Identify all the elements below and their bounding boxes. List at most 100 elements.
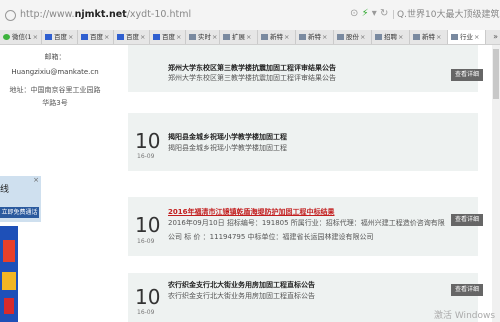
news-day: 10 bbox=[135, 213, 161, 237]
view-details-button[interactable]: 查看详细 bbox=[451, 284, 483, 296]
page-icon bbox=[413, 34, 420, 40]
page-icon bbox=[375, 34, 382, 40]
news-month: 16-09 bbox=[137, 309, 155, 316]
tab-bar: 微信(1× 百度× 百度× 百度× 百度× 实时× 扩展× 新特× 新特× 股份× 招聘× 新特× 行业… bbox=[0, 30, 500, 45]
browser-tab[interactable]: 股份× bbox=[334, 30, 372, 44]
browser-tab[interactable]: 行业× bbox=[448, 30, 486, 44]
address-bar-icons: ⊙ ⚡ ▾ ↻ bbox=[350, 8, 388, 19]
page-icon bbox=[189, 34, 196, 40]
url-field[interactable]: http://www.njmkt.net/xydt-10.html bbox=[20, 9, 191, 20]
browser-tab[interactable]: 实时× bbox=[186, 30, 220, 44]
tab-label: 百度 bbox=[162, 33, 175, 41]
browser-tab[interactable]: 百度× bbox=[150, 30, 186, 44]
scrollbar[interactable] bbox=[492, 45, 500, 322]
browser-tab[interactable]: 新特× bbox=[410, 30, 448, 44]
news-summary-line-1: 2016年09月10日 招标编号：191805 所属行业：招标代理：福州兴建工程… bbox=[168, 219, 445, 227]
free-call-button[interactable]: 立即免费通话 bbox=[0, 207, 39, 218]
close-tab-icon[interactable]: × bbox=[360, 33, 365, 41]
tab-scroll-icon[interactable]: » bbox=[493, 30, 498, 44]
close-tab-icon[interactable]: × bbox=[398, 33, 403, 41]
wechat-icon bbox=[3, 34, 10, 40]
browser-tab[interactable]: 百度× bbox=[78, 30, 114, 44]
tab-label: 百度 bbox=[90, 33, 103, 41]
page-icon bbox=[337, 34, 344, 40]
tab-label: 行业 bbox=[460, 33, 473, 41]
news-item: 10 16-09 揭阳县金城乡祝瑶小学教学楼加固工程 揭阳县金城乡祝瑶小学教学楼… bbox=[128, 113, 478, 171]
close-tab-icon[interactable]: × bbox=[436, 33, 441, 41]
search-box[interactable]: | Q.世界10大最大顶级建筑 bbox=[392, 7, 500, 23]
tab-label: 微信(1 bbox=[12, 33, 32, 41]
reader-icon[interactable]: ⊙ bbox=[350, 8, 358, 19]
dropdown-icon[interactable]: ▾ bbox=[372, 8, 377, 19]
globe-icon bbox=[5, 10, 16, 21]
tab-label: 股份 bbox=[346, 33, 359, 41]
browser-tab[interactable]: 扩展× bbox=[220, 30, 258, 44]
browser-tab[interactable]: 新特× bbox=[258, 30, 296, 44]
scrollbar-thumb[interactable] bbox=[493, 49, 499, 99]
email-label: 邮箱： bbox=[44, 53, 66, 61]
news-item: 10 16-09 农行织金支行北大街业务用房加固工程直标公告 农行织金支行北大街… bbox=[128, 273, 483, 322]
news-summary: 揭阳县金城乡祝瑶小学教学楼加固工程 bbox=[168, 144, 287, 152]
browser-tab[interactable]: 招聘× bbox=[372, 30, 410, 44]
news-day: 10 bbox=[135, 285, 161, 309]
address-line-1: 地址：中国南京谷里工业园路 bbox=[9, 86, 101, 94]
view-details-button[interactable]: 查看详细 bbox=[451, 214, 483, 226]
refresh-icon[interactable]: ↻ bbox=[380, 8, 388, 19]
contact-panel: 邮箱： Huangzixiu@mankate.cn 地址：中国南京谷里工业园路 … bbox=[0, 45, 110, 115]
page-icon bbox=[223, 34, 230, 40]
news-item: 郑州大学东校区第三教学楼抗震加固工程评审结果公告 郑州大学东校区第三教学楼抗震加… bbox=[128, 45, 483, 92]
address-line-2: 华路3号 bbox=[42, 99, 68, 107]
news-month: 16-09 bbox=[137, 238, 155, 245]
close-tab-icon[interactable]: × bbox=[474, 33, 479, 41]
close-tab-icon[interactable]: × bbox=[212, 33, 217, 41]
close-tab-icon[interactable]: × bbox=[104, 33, 109, 41]
tab-label: 实时 bbox=[198, 33, 211, 41]
url-scheme: http:// bbox=[20, 9, 50, 20]
page-icon bbox=[299, 34, 306, 40]
news-item: 10 16-09 2016年福清市江镜镇乾盾海堤防护加固工程中标结果 2016年… bbox=[128, 197, 483, 256]
side-banner-image[interactable] bbox=[0, 226, 18, 322]
news-title[interactable]: 农行织金支行北大街业务用房加固工程直标公告 bbox=[168, 280, 315, 290]
news-summary-line-2: 公司 标 价 ：11194795 中标单位：福建省长运园林建设有限公司 bbox=[168, 233, 374, 241]
close-icon[interactable]: × bbox=[33, 176, 39, 184]
address-bar: http://www.njmkt.net/xydt-10.html ⊙ ⚡ ▾ … bbox=[0, 0, 500, 31]
baidu-icon bbox=[117, 34, 124, 40]
search-placeholder: Q.世界10大最大顶级建筑 bbox=[397, 10, 500, 20]
close-tab-icon[interactable]: × bbox=[140, 33, 145, 41]
browser-tab[interactable]: 新特× bbox=[296, 30, 334, 44]
tab-label: 百度 bbox=[54, 33, 67, 41]
close-tab-icon[interactable]: × bbox=[176, 33, 181, 41]
news-title[interactable]: 揭阳县金城乡祝瑶小学教学楼加固工程 bbox=[168, 132, 287, 142]
tab-label: 招聘 bbox=[384, 33, 397, 41]
lightning-icon[interactable]: ⚡ bbox=[362, 8, 369, 19]
news-summary: 郑州大学东校区第三教学楼抗震加固工程评审结果公告 bbox=[168, 74, 336, 82]
news-day: 10 bbox=[135, 129, 161, 153]
tab-label: 新特 bbox=[422, 33, 435, 41]
tab-label: 新特 bbox=[308, 33, 321, 41]
tab-label: 新特 bbox=[270, 33, 283, 41]
close-tab-icon[interactable]: × bbox=[33, 33, 38, 41]
news-summary: 农行织金支行北大街业务用房加固工程直标公告 bbox=[168, 292, 315, 300]
email-address[interactable]: Huangzixiu@mankate.cn bbox=[0, 68, 110, 76]
news-title[interactable]: 2016年福清市江镜镇乾盾海堤防护加固工程中标结果 bbox=[168, 207, 334, 217]
view-details-button[interactable]: 查看详细 bbox=[451, 69, 483, 81]
close-tab-icon[interactable]: × bbox=[284, 33, 289, 41]
url-path: /xydt-10.html bbox=[126, 9, 192, 20]
call-widget: 线 × 立即免费通话 bbox=[0, 176, 41, 222]
baidu-icon bbox=[153, 34, 160, 40]
browser-tab[interactable]: 百度× bbox=[114, 30, 150, 44]
page-icon bbox=[451, 34, 458, 40]
close-tab-icon[interactable]: × bbox=[68, 33, 73, 41]
page-icon bbox=[261, 34, 268, 40]
baidu-icon bbox=[45, 34, 52, 40]
close-tab-icon[interactable]: × bbox=[322, 33, 327, 41]
news-month: 16-09 bbox=[137, 153, 155, 160]
baidu-icon bbox=[81, 34, 88, 40]
url-host-prefix: www. bbox=[49, 9, 75, 20]
close-tab-icon[interactable]: × bbox=[246, 33, 251, 41]
browser-tab[interactable]: 百度× bbox=[42, 30, 78, 44]
tab-label: 百度 bbox=[126, 33, 139, 41]
browser-tab[interactable]: 微信(1× bbox=[0, 30, 42, 44]
news-list: 郑州大学东校区第三教学楼抗震加固工程评审结果公告 郑州大学东校区第三教学楼抗震加… bbox=[128, 45, 500, 322]
activation-watermark: 激活 Windows bbox=[434, 311, 496, 321]
